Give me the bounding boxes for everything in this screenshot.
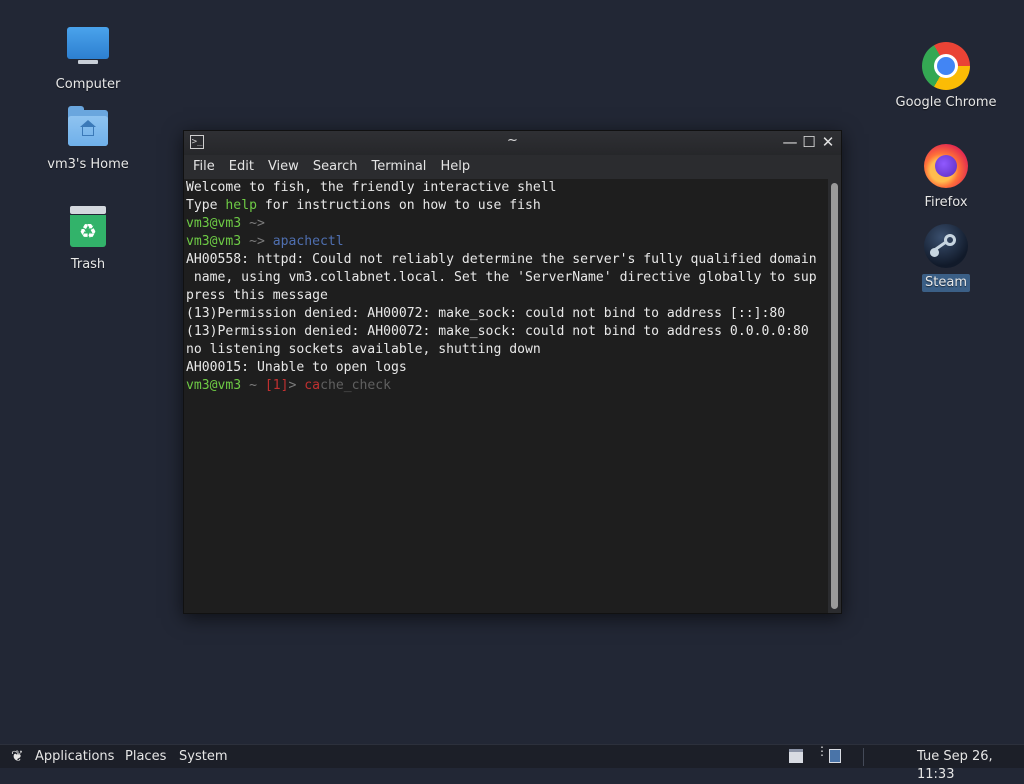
output-line: press this message xyxy=(186,288,328,303)
output-line: (13)Permission denied: AH00072: make_soc… xyxy=(186,324,809,339)
window-title: ~ xyxy=(507,133,518,148)
output-line: name, using vm3.collabnet.local. Set the… xyxy=(186,270,817,285)
desktop-icon-firefox[interactable]: Firefox xyxy=(891,142,1001,212)
close-button[interactable]: ✕ xyxy=(819,133,837,151)
prompt-user: vm3@vm3 xyxy=(186,378,242,393)
output-line: Type help for instructions on how to use… xyxy=(186,197,828,215)
prompt-line: vm3@vm3 ~ [1]> cache_check xyxy=(186,377,828,395)
help-keyword: help xyxy=(225,198,257,213)
prompt-path: ~> xyxy=(241,216,265,231)
desktop-icon-computer[interactable]: Computer xyxy=(33,24,143,94)
menubar: File Edit View Search Terminal Help xyxy=(184,155,841,179)
output-line: (13)Permission denied: AH00072: make_soc… xyxy=(186,306,786,321)
more-options-icon[interactable]: ⋮ xyxy=(816,745,828,763)
desktop-icon-label: Google Chrome xyxy=(895,95,997,110)
window-titlebar[interactable]: >_ ~ — ☐ ✕ xyxy=(184,131,841,155)
prompt-arrow: > xyxy=(288,378,305,393)
output-line: no listening sockets available, shutting… xyxy=(186,342,541,357)
computer-icon xyxy=(64,24,112,72)
prompt-user: vm3@vm3 xyxy=(186,216,242,231)
steam-icon xyxy=(922,222,970,270)
typed-input[interactable]: ca xyxy=(304,378,320,393)
places-menu[interactable]: Places xyxy=(125,748,166,766)
chrome-icon xyxy=(922,42,970,90)
terminal-window[interactable]: >_ ~ — ☐ ✕ File Edit View Search Terminal Hel… xyxy=(183,130,842,614)
menu-edit[interactable]: Edit xyxy=(222,155,261,179)
menu-terminal[interactable]: Terminal xyxy=(364,155,433,179)
desktop-icon-label: Trash xyxy=(70,257,106,272)
output-line: AH00015: Unable to open logs xyxy=(186,360,407,375)
menu-help[interactable]: Help xyxy=(433,155,477,179)
output-line: AH00558: httpd: Could not reliably deter… xyxy=(186,252,817,267)
output-text: Type xyxy=(186,198,226,213)
home-folder-icon xyxy=(64,104,112,152)
trash-icon: ♻ xyxy=(64,204,112,252)
desktop-icon-chrome[interactable]: Google Chrome xyxy=(891,42,1001,112)
desktop-icon-label: vm3's Home xyxy=(47,157,129,172)
window-list-icon[interactable] xyxy=(789,749,803,763)
menu-view[interactable]: View xyxy=(261,155,306,179)
desktop: Computer vm3's Home ♻ Trash Google Chrom… xyxy=(0,0,1024,744)
desktop-icon-steam[interactable]: Steam xyxy=(891,222,1001,292)
maximize-button[interactable]: ☐ xyxy=(800,133,818,151)
output-text: for instructions on how to use fish xyxy=(256,198,541,213)
desktop-icon-label: Steam xyxy=(922,274,970,292)
desktop-icon-label: Firefox xyxy=(924,195,968,210)
prompt-line: vm3@vm3 ~> xyxy=(186,215,828,233)
system-menu[interactable]: System xyxy=(179,748,227,766)
prompt-path: ~ xyxy=(241,378,265,393)
bottom-panel: ❦ Applications Places System ⋮ Tue Sep 2… xyxy=(0,744,1024,782)
output-line: Welcome to fish, the friendly interactiv… xyxy=(186,180,557,195)
desktop-icon-home[interactable]: vm3's Home xyxy=(33,104,143,174)
scrollbar[interactable] xyxy=(828,179,841,613)
scrollbar-thumb[interactable] xyxy=(831,183,838,609)
panel-separator xyxy=(863,748,864,766)
clock[interactable]: Tue Sep 26, 11:33 xyxy=(917,748,1024,784)
prompt-path: ~> xyxy=(241,234,273,249)
terminal-output[interactable]: Welcome to fish, the friendly interactiv… xyxy=(184,179,828,613)
autosuggestion: che_check xyxy=(320,378,392,393)
workspace-switcher-icon[interactable] xyxy=(829,749,841,763)
prompt-user: vm3@vm3 xyxy=(186,234,242,249)
menu-file[interactable]: File xyxy=(186,155,222,179)
desktop-icon-label: Computer xyxy=(55,77,121,92)
command-text: apachectl xyxy=(272,234,344,249)
prompt-line: vm3@vm3 ~> apachectl xyxy=(186,233,828,251)
applications-menu[interactable]: Applications xyxy=(35,748,114,766)
exit-status: [1] xyxy=(264,378,289,393)
desktop-icon-trash[interactable]: ♻ Trash xyxy=(33,204,143,274)
minimize-button[interactable]: — xyxy=(781,133,799,151)
menu-search[interactable]: Search xyxy=(306,155,365,179)
firefox-icon xyxy=(922,142,970,190)
gnome-foot-icon[interactable]: ❦ xyxy=(11,747,27,765)
